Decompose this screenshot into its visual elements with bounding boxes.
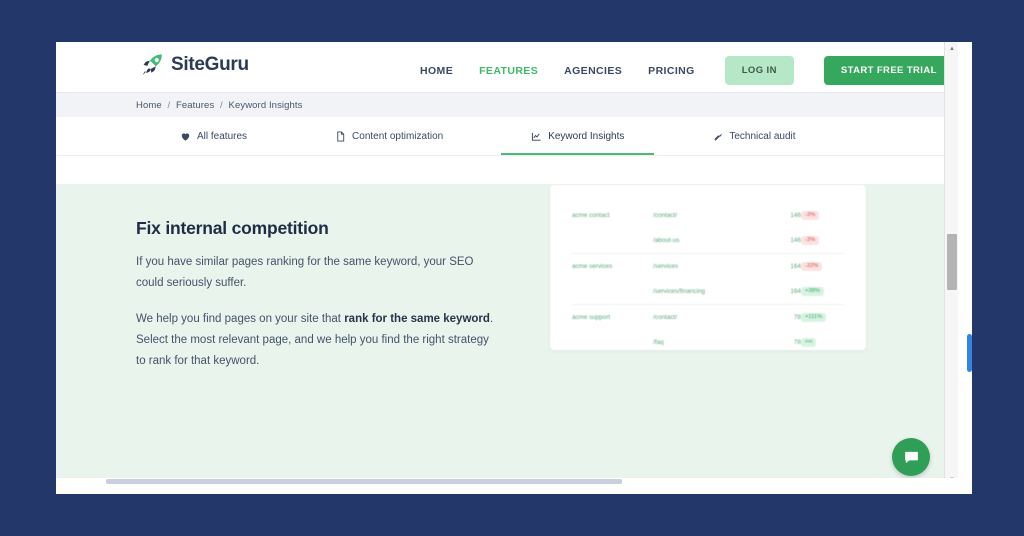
tab-all-features[interactable]: All features — [174, 117, 253, 155]
cell-delta: +111% — [800, 303, 844, 330]
cell-keyword: acme support — [572, 303, 654, 330]
status-badge: -3% — [800, 235, 820, 246]
rocket-icon — [140, 52, 166, 78]
main-navigation: HOME FEATURES AGENCIES PRICING LOG IN ST… — [418, 56, 954, 85]
breadcrumb-item-features[interactable]: Features — [176, 100, 214, 111]
table-row[interactable]: /about-us 146 -3% — [572, 228, 844, 253]
tab-technical-audit[interactable]: Technical audit — [706, 117, 801, 155]
site-logo[interactable]: SiteGuru — [140, 52, 249, 78]
cell-delta: +∞ — [800, 330, 844, 355]
nav-link-features[interactable]: FEATURES — [477, 59, 540, 83]
cell-url[interactable]: /services/financing — [653, 279, 763, 304]
login-button[interactable]: LOG IN — [724, 56, 794, 85]
table-row[interactable]: acme contact/contact/146 -3% — [572, 203, 844, 228]
vertical-scrollbar[interactable]: ▲ ▼ — [944, 42, 958, 486]
cell-url[interactable]: /faq — [653, 330, 763, 355]
start-free-trial-button[interactable]: START FREE TRIAL — [823, 56, 954, 85]
status-badge: -32% — [800, 261, 823, 272]
hero-paragraph-2: We help you find pages on your site that… — [136, 309, 496, 372]
tab-content-optimization[interactable]: Content optimization — [329, 117, 449, 155]
tab-label: All features — [197, 130, 248, 142]
scroll-position-indicator — [967, 334, 972, 372]
status-badge: +111% — [800, 312, 827, 323]
horizontal-scrollbar[interactable] — [56, 478, 958, 486]
document-icon — [335, 130, 346, 142]
hero-text-block: Fix internal competition If you have sim… — [136, 218, 496, 372]
cell-keyword: acme services — [572, 252, 654, 279]
cell-volume: 78 — [763, 303, 801, 330]
breadcrumb-separator: / — [167, 99, 171, 111]
cell-url[interactable]: /contact/ — [653, 303, 764, 330]
scroll-up-arrow-icon[interactable]: ▲ — [945, 42, 958, 55]
cell-delta: +38% — [800, 279, 844, 304]
keyword-table: acme contact/contact/146 -3%/about-us 146-… — [572, 203, 844, 355]
keyword-table-card: acme contact/contact/146 -3%/about-us 146-… — [550, 185, 866, 350]
speech-bubble-icon — [903, 449, 920, 466]
cell-volume: 164 — [790, 287, 801, 295]
cell-url[interactable]: /about-us — [653, 228, 763, 253]
feature-tabs: All features Content optimization Keywor… — [56, 117, 958, 156]
chart-line-icon — [531, 131, 542, 142]
table-row[interactable]: /services/financing 164 +38% — [572, 279, 844, 304]
wrench-icon — [712, 131, 723, 142]
nav-link-home[interactable]: HOME — [418, 59, 455, 83]
horizontal-scrollbar-thumb[interactable] — [106, 479, 622, 484]
table-row[interactable]: acme services/services 164 -32% — [572, 252, 844, 279]
hero-paragraph-2-bold: rank for the same keyword — [344, 313, 490, 325]
cell-volume: 164 — [763, 252, 801, 279]
table-row[interactable]: /faq 78 +∞ — [572, 330, 844, 355]
nav-link-agencies[interactable]: AGENCIES — [562, 59, 624, 83]
cell-keyword — [572, 228, 653, 253]
nav-link-pricing[interactable]: PRICING — [646, 59, 697, 83]
cell-keyword — [572, 330, 653, 355]
browser-window: SiteGuru HOME FEATURES AGENCIES PRICING … — [56, 42, 972, 494]
site-header: SiteGuru HOME FEATURES AGENCIES PRICING … — [56, 42, 958, 92]
hero-paragraph-1: If you have similar pages ranking for th… — [136, 256, 474, 289]
hero-section: Fix internal competition If you have sim… — [56, 184, 958, 486]
breadcrumb-item-home[interactable]: Home — [136, 100, 162, 111]
heart-icon — [180, 131, 191, 142]
cell-keyword — [572, 279, 653, 304]
page-viewport: SiteGuru HOME FEATURES AGENCIES PRICING … — [56, 42, 958, 486]
tabs-spacer — [56, 156, 958, 184]
breadcrumb-bar: Home / Features / Keyword Insights — [56, 92, 958, 117]
chat-widget-button[interactable] — [892, 438, 930, 476]
cell-volume: 146 — [790, 211, 801, 219]
tab-label: Technical audit — [729, 130, 796, 142]
tab-label: Content optimization — [352, 130, 444, 142]
cell-delta: -3% — [800, 228, 844, 253]
cell-keyword: acme contact — [572, 211, 610, 219]
cell-delta: -32% — [800, 252, 844, 279]
breadcrumb-item-keyword-insights[interactable]: Keyword Insights — [229, 100, 303, 111]
hero-paragraph-2-part-1: We help you find pages on your site that — [136, 313, 345, 325]
tab-label: Keyword Insights — [548, 130, 625, 142]
cell-volume: 146 — [790, 236, 801, 244]
breadcrumb-separator: / — [220, 99, 223, 111]
status-badge: -3% — [800, 210, 820, 221]
breadcrumb: Home / Features / Keyword Insights — [136, 100, 303, 111]
logo-text: SiteGuru — [171, 54, 249, 75]
cell-delta: -3% — [800, 203, 844, 228]
cell-url[interactable]: /contact/ — [653, 203, 763, 228]
vertical-scrollbar-thumb[interactable] — [947, 234, 957, 290]
table-row[interactable]: acme support/contact/78 +111% — [572, 303, 844, 330]
screenshot-root: SiteGuru HOME FEATURES AGENCIES PRICING … — [0, 0, 1024, 536]
cell-url[interactable]: /services — [653, 252, 764, 279]
status-badge: +∞ — [800, 337, 817, 348]
page-title: Fix internal competition — [136, 218, 329, 238]
tab-keyword-insights[interactable]: Keyword Insights — [501, 117, 655, 155]
status-badge: +38% — [800, 286, 824, 297]
cell-volume: 78 — [793, 338, 801, 346]
